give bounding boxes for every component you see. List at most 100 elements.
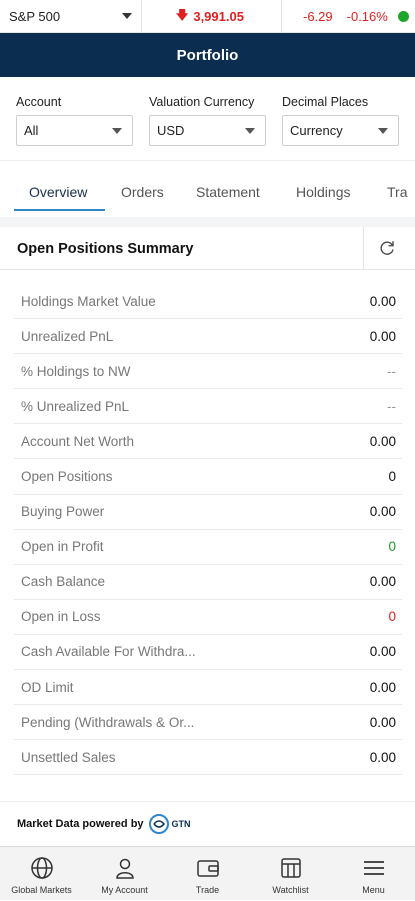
tab-holdings[interactable]: Holdings (296, 184, 350, 200)
row-value: -- (387, 398, 396, 414)
table-row: Buying Power 0.00 (14, 495, 402, 530)
market-status-dot-icon (398, 11, 409, 22)
nav-trade[interactable]: Trade (166, 847, 249, 901)
row-value: 0.00 (369, 714, 396, 730)
row-label: Cash Available For Withdra... (21, 644, 196, 660)
portfolio-tabs: Overview Orders Statement Holdings Tra (0, 161, 415, 217)
index-price: 🡇 3,991.05 (142, 0, 282, 33)
chevron-down-icon (245, 128, 255, 134)
nav-my-account[interactable]: My Account (83, 847, 166, 901)
powered-by-text: Market Data powered by (17, 818, 144, 830)
currency-label: Valuation Currency (149, 95, 255, 109)
index-price-value: 3,991.05 (193, 8, 244, 24)
row-value: 0 (388, 469, 396, 485)
row-label: Pending (Withdrawals & Or... (21, 714, 195, 730)
row-label: Open in Profit (21, 539, 104, 555)
nav-label: Trade (195, 885, 220, 895)
row-label: Cash Balance (21, 574, 106, 590)
chevron-down-icon (122, 12, 132, 19)
table-row: Pending (Withdrawals & Or... 0.00 (14, 705, 402, 741)
table-row: Open in Loss 0 (14, 600, 402, 635)
index-name: S&P 500 (9, 8, 61, 24)
nav-watchlist[interactable]: Watchlist (249, 847, 332, 901)
row-value: 0.00 (369, 644, 396, 660)
active-tab-indicator (14, 209, 105, 211)
spacer (0, 777, 415, 801)
decimals-label: Decimal Places (282, 95, 369, 109)
index-change: -6.29 -0.16% (282, 9, 388, 24)
nav-label: Global Markets (11, 885, 72, 895)
decimals-filter: Decimal Places Currency (282, 95, 399, 146)
table-row: OD Limit 0.00 (14, 670, 402, 706)
index-change-percent: -0.16% (346, 8, 388, 24)
row-value: 0.00 (369, 504, 396, 520)
row-value: 0 (388, 609, 396, 625)
gtn-brand-text: GTN (171, 819, 191, 829)
row-label: OD Limit (21, 679, 74, 695)
account-select-value: All (24, 123, 39, 138)
currency-select[interactable]: USD (149, 115, 266, 146)
watchlist-icon (281, 858, 301, 878)
gtn-logo-icon (148, 814, 169, 834)
table-row: Open in Profit 0 (14, 530, 402, 565)
row-label: Open Positions (21, 469, 113, 485)
row-value: 0.00 (369, 574, 396, 590)
menu-icon (364, 861, 384, 875)
bottom-navigation: Global Markets My Account Trade Watchlis… (0, 846, 415, 900)
currency-filter: Valuation Currency USD (149, 95, 266, 146)
nav-label: Watchlist (272, 885, 309, 895)
decimals-select-value: Currency (290, 123, 343, 138)
account-filter: Account All (16, 95, 133, 146)
table-row: % Holdings to NW -- (14, 354, 402, 390)
row-label: Holdings Market Value (21, 293, 156, 309)
row-value: 0.00 (369, 433, 396, 449)
row-label: Buying Power (21, 504, 105, 520)
table-row: Holdings Market Value 0.00 (14, 284, 402, 320)
row-label: % Unrealized PnL (21, 398, 130, 414)
row-value: 0.00 (369, 328, 396, 344)
nav-global-markets[interactable]: Global Markets (0, 847, 83, 901)
tab-overview[interactable]: Overview (29, 184, 87, 200)
summary-header: Open Positions Summary (0, 227, 415, 270)
filter-section: Account All Valuation Currency USD Decim… (0, 77, 415, 161)
chevron-down-icon (112, 128, 122, 134)
row-label: Unsettled Sales (21, 749, 116, 765)
currency-select-value: USD (157, 123, 185, 138)
tab-statement[interactable]: Statement (196, 184, 260, 200)
decimals-select[interactable]: Currency (282, 115, 399, 146)
chevron-down-icon (378, 128, 388, 134)
index-selector[interactable]: S&P 500 (0, 0, 142, 33)
nav-label: My Account (101, 885, 148, 895)
down-arrow-icon: 🡇 (176, 7, 189, 22)
gtn-logo: GTN (148, 813, 191, 835)
row-label: Account Net Worth (21, 433, 135, 449)
user-icon (116, 858, 134, 879)
wallet-icon (197, 860, 219, 877)
summary-title: Open Positions Summary (17, 241, 194, 257)
index-change-value: -6.29 (303, 8, 333, 24)
row-value: -- (387, 363, 396, 379)
row-value: 0.00 (369, 679, 396, 695)
market-ticker-bar: S&P 500 🡇 3,991.05 -6.29 -0.16% (0, 0, 415, 33)
row-label: Open in Loss (21, 609, 101, 625)
refresh-icon[interactable] (378, 239, 396, 257)
page-title-bar: Portfolio (0, 33, 415, 77)
table-row: Cash Available For Withdra... 0.00 (14, 635, 402, 671)
table-row: Unrealized PnL 0.00 (14, 319, 402, 355)
nav-label: Menu (362, 885, 385, 895)
row-label: Unrealized PnL (21, 328, 114, 344)
nav-menu[interactable]: Menu (332, 847, 415, 901)
summary-rows: Holdings Market Value 0.00 Unrealized Pn… (14, 284, 402, 776)
page-title: Portfolio (176, 46, 239, 64)
tab-transactions[interactable]: Tra (387, 184, 407, 200)
tab-orders[interactable]: Orders (121, 184, 164, 200)
table-row: % Unrealized PnL -- (14, 389, 402, 425)
row-value: 0 (388, 539, 396, 555)
table-row: Unsettled Sales 0.00 (14, 740, 402, 776)
header-divider (363, 227, 364, 270)
market-data-attribution: Market Data powered by GTN (0, 801, 415, 846)
row-label: % Holdings to NW (21, 363, 131, 379)
account-select[interactable]: All (16, 115, 133, 146)
table-row: Cash Balance 0.00 (14, 565, 402, 600)
section-divider (0, 217, 415, 227)
